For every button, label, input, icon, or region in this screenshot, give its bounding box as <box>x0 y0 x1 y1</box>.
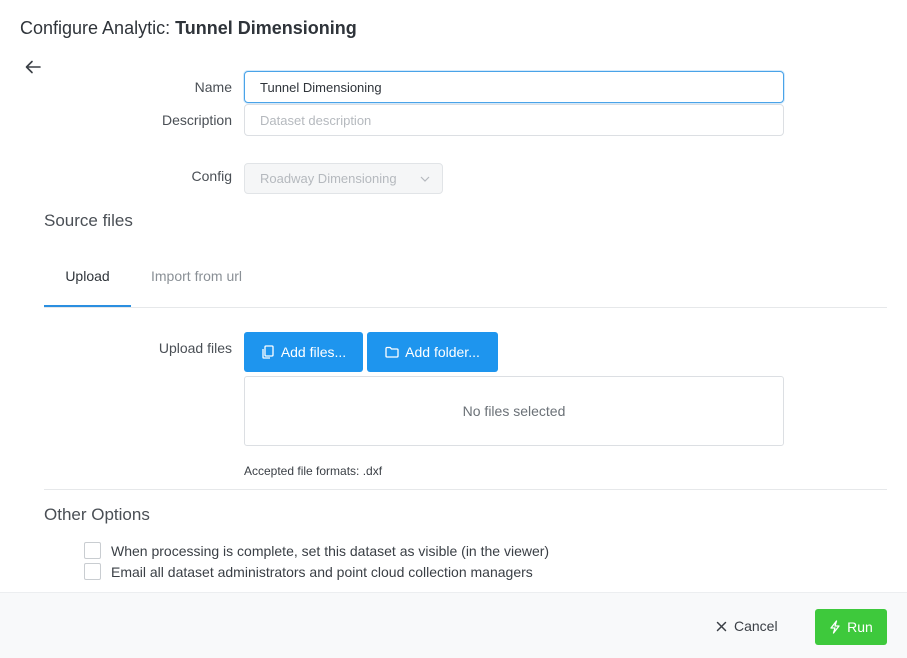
description-input[interactable] <box>244 104 784 136</box>
run-button[interactable]: Run <box>815 609 887 645</box>
title-prefix: Configure Analytic: <box>20 18 176 38</box>
no-files-text: No files selected <box>462 403 566 419</box>
back-arrow-icon[interactable] <box>24 58 42 76</box>
title-analytic-name: Tunnel Dimensioning <box>175 18 357 38</box>
source-tabs: Upload Import from url <box>44 258 887 308</box>
lightning-icon <box>830 620 840 634</box>
option-email-admins: Email all dataset administrators and poi… <box>84 563 533 580</box>
close-icon <box>716 621 727 631</box>
page-title: Configure Analytic: Tunnel Dimensioning <box>20 18 357 39</box>
copy-files-icon <box>262 345 274 359</box>
option-set-visible: When processing is complete, set this da… <box>84 542 549 559</box>
tab-import-from-url[interactable]: Import from url <box>151 268 242 307</box>
description-label: Description <box>161 112 232 128</box>
add-files-button[interactable]: Add files... <box>244 332 363 372</box>
other-options-heading: Other Options <box>44 505 150 524</box>
email-admins-checkbox[interactable] <box>84 563 101 580</box>
section-divider <box>44 489 887 490</box>
config-label: Config <box>191 168 232 184</box>
email-admins-label: Email all dataset administrators and poi… <box>111 563 533 580</box>
run-label: Run <box>847 619 873 635</box>
accepted-formats-text: Accepted file formats: .dxf <box>244 464 383 478</box>
set-visible-label: When processing is complete, set this da… <box>111 542 550 559</box>
add-files-label: Add files... <box>280 344 347 360</box>
tab-upload[interactable]: Upload <box>44 268 131 307</box>
chevron-down-icon <box>420 176 430 182</box>
folder-icon <box>385 346 399 358</box>
file-dropzone[interactable]: No files selected <box>244 376 784 446</box>
source-files-heading: Source files <box>44 211 133 230</box>
set-visible-checkbox[interactable] <box>84 542 101 559</box>
add-folder-button[interactable]: Add folder... <box>367 332 498 372</box>
add-folder-label: Add folder... <box>405 344 480 360</box>
cancel-button[interactable]: Cancel <box>716 618 778 634</box>
config-select[interactable]: Roadway Dimensioning <box>244 163 443 194</box>
config-selected-value: Roadway Dimensioning <box>260 171 397 186</box>
name-input[interactable] <box>244 71 784 103</box>
upload-files-label: Upload files <box>158 340 232 356</box>
cancel-label: Cancel <box>734 618 778 634</box>
name-label: Name <box>194 79 232 95</box>
